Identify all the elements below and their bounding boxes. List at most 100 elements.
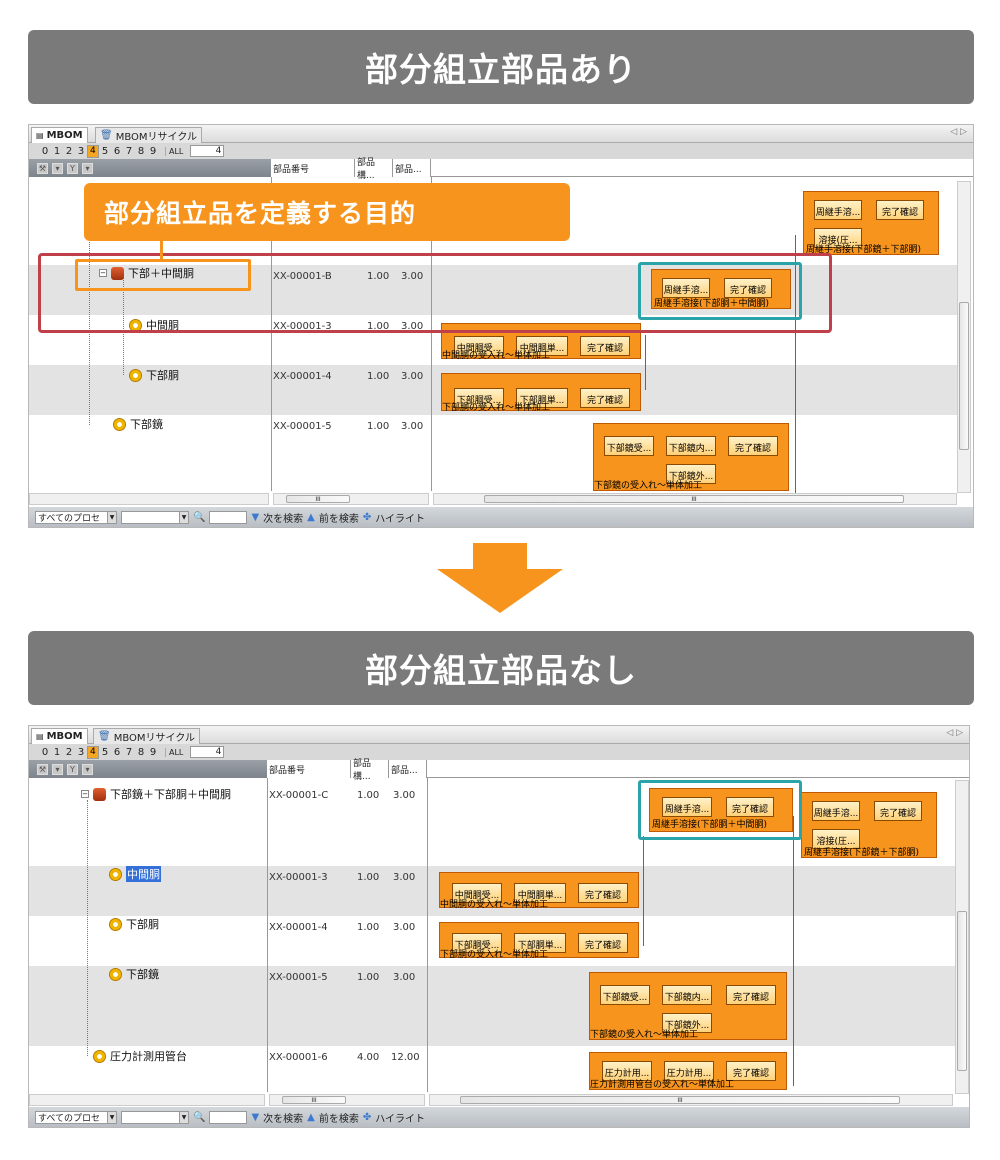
qty-cell[interactable]: 1.00 xyxy=(367,371,389,382)
qty-cell[interactable]: 1.00 xyxy=(357,972,379,983)
filter-icon[interactable]: Y xyxy=(67,162,78,174)
scroll-thumb[interactable]: III xyxy=(286,495,350,503)
find-next-button[interactable]: 次を検索 xyxy=(263,1110,303,1125)
highlight-button[interactable]: ハイライト xyxy=(375,510,425,525)
level-6[interactable]: 6 xyxy=(111,146,123,157)
scroll-thumb[interactable]: III xyxy=(282,1096,346,1104)
col-part-qty[interactable]: 部品構... xyxy=(355,158,393,181)
horizontal-scrollbar[interactable]: III xyxy=(273,493,429,505)
qty-cell[interactable]: 1.00 xyxy=(357,790,379,801)
table-row[interactable] xyxy=(29,966,955,1046)
level-7[interactable]: 7 xyxy=(123,146,135,157)
tree-node[interactable]: 下部鏡 xyxy=(113,416,163,432)
tree-node[interactable]: 圧力計測用管台 xyxy=(93,1048,187,1064)
horizontal-scrollbar[interactable] xyxy=(29,493,269,505)
tab-scroll-arrows[interactable]: ◁ ▷ xyxy=(946,728,963,738)
cost-cell[interactable]: 3.00 xyxy=(393,922,415,933)
level-all-button[interactable]: ALL xyxy=(165,146,186,156)
cost-cell[interactable]: 3.00 xyxy=(401,371,423,382)
level-1[interactable]: 1 xyxy=(51,146,63,157)
col-part-number[interactable]: 部品番号 xyxy=(271,159,355,177)
process-step[interactable]: 完了確認 xyxy=(580,336,630,356)
level-2[interactable]: 2 xyxy=(63,747,75,758)
part-number-cell[interactable]: XX-00001-5 xyxy=(273,421,332,432)
wrench-icon[interactable]: ⚒ xyxy=(37,162,48,174)
process-step[interactable]: 完了確認 xyxy=(876,200,924,220)
process-step[interactable]: 周継手溶... xyxy=(812,801,860,821)
dropdown-icon[interactable]: ▾ xyxy=(52,763,63,775)
process-step[interactable]: 下部鏡内... xyxy=(662,985,712,1005)
find-next-button[interactable]: 次を検索 xyxy=(263,510,303,525)
level-7[interactable]: 7 xyxy=(123,747,135,758)
find-prev-button[interactable]: 前を検索 xyxy=(319,510,359,525)
level-4[interactable]: 4 xyxy=(87,745,99,759)
qty-cell[interactable]: 1.00 xyxy=(357,872,379,883)
search-dropdown[interactable]: ▼ xyxy=(121,510,189,524)
level-0[interactable]: 0 xyxy=(39,747,51,758)
process-step[interactable]: 完了確認 xyxy=(580,388,630,408)
process-step[interactable]: 完了確認 xyxy=(578,883,628,903)
col-part-cost[interactable]: 部品... xyxy=(389,760,427,778)
part-number-cell[interactable]: XX-00001-5 xyxy=(269,972,328,983)
find-prev-button[interactable]: 前を検索 xyxy=(319,1110,359,1125)
process-flow[interactable]: 周継手溶... 完了確認 溶接(圧... 周継手溶接(下部鏡＋下部胴) xyxy=(803,191,939,255)
tree-node[interactable]: − 下部鏡＋下部胴＋中間胴 xyxy=(81,786,231,802)
level-all-button[interactable]: ALL xyxy=(165,747,186,757)
cost-cell[interactable]: 12.00 xyxy=(391,1052,420,1063)
qty-cell[interactable]: 4.00 xyxy=(357,1052,379,1063)
col-part-number[interactable]: 部品番号 xyxy=(267,760,351,778)
process-flow[interactable]: 下部胴受... 下部胴単... 完了確認 下部胴の受入れ～単体加工 xyxy=(441,373,641,413)
process-step[interactable]: 完了確認 xyxy=(726,985,776,1005)
tab-mbom[interactable]: ▤ MBOM xyxy=(31,127,88,143)
col-part-cost[interactable]: 部品... xyxy=(393,159,431,177)
part-number-cell[interactable]: XX-00001-3 xyxy=(269,872,328,883)
tab-scroll-arrows[interactable]: ◁ ▷ xyxy=(950,127,967,137)
level-3[interactable]: 3 xyxy=(75,146,87,157)
level-0[interactable]: 0 xyxy=(39,146,51,157)
search-input[interactable] xyxy=(209,510,248,524)
search-icon[interactable]: 🔍 xyxy=(193,1112,205,1123)
tab-mbom[interactable]: ▤ MBOM xyxy=(31,728,88,744)
filter-icon[interactable]: Y xyxy=(67,763,78,775)
process-step[interactable]: 下部鏡受... xyxy=(600,985,650,1005)
tree-node[interactable]: 下部鏡 xyxy=(109,966,159,982)
vertical-scrollbar[interactable] xyxy=(955,780,969,1094)
part-number-cell[interactable]: XX-00001-C xyxy=(269,790,328,801)
col-part-qty[interactable]: 部品構... xyxy=(351,759,389,782)
wrench-icon[interactable]: ⚒ xyxy=(37,763,48,775)
tree-node[interactable]: 中間胴 xyxy=(109,866,161,882)
process-flow[interactable]: 圧力計用... 圧力計用... 完了確認 圧力計測用管台の受入れ～単体加工 xyxy=(589,1052,787,1090)
tree-node[interactable]: 下部胴 xyxy=(109,916,159,932)
tab-mbom-recycle[interactable]: 🗑 MBOMリサイクル xyxy=(93,728,201,744)
scroll-thumb[interactable]: III xyxy=(460,1096,900,1104)
level-2[interactable]: 2 xyxy=(63,146,75,157)
horizontal-scrollbar[interactable]: III xyxy=(269,1094,425,1106)
level-6[interactable]: 6 xyxy=(111,747,123,758)
level-8[interactable]: 8 xyxy=(135,747,147,758)
process-step[interactable]: 完了確認 xyxy=(874,801,922,821)
dropdown-icon[interactable]: ▾ xyxy=(52,162,63,174)
part-number-cell[interactable]: XX-00001-6 xyxy=(269,1052,328,1063)
level-9[interactable]: 9 xyxy=(147,146,159,157)
search-dropdown[interactable]: ▼ xyxy=(121,1110,189,1124)
part-number-cell[interactable]: XX-00001-4 xyxy=(273,371,332,382)
level-5[interactable]: 5 xyxy=(99,146,111,157)
process-flow[interactable]: 下部胴受... 下部胴単... 完了確認 下部胴の受入れ～単体加工 xyxy=(439,922,639,960)
qty-cell[interactable]: 1.00 xyxy=(367,421,389,432)
level-input[interactable]: 4 xyxy=(190,746,225,758)
process-select[interactable]: すべてのプロセ ▼ xyxy=(35,1110,117,1124)
level-9[interactable]: 9 xyxy=(147,747,159,758)
horizontal-scrollbar[interactable]: III xyxy=(433,493,957,505)
vertical-scrollbar[interactable] xyxy=(957,181,971,493)
tree-node[interactable]: 下部胴 xyxy=(129,367,179,383)
dropdown-icon[interactable]: ▾ xyxy=(82,162,93,174)
qty-cell[interactable]: 1.00 xyxy=(357,922,379,933)
process-select[interactable]: すべてのプロセ ▼ xyxy=(35,510,117,524)
level-input[interactable]: 4 xyxy=(190,145,225,157)
collapse-icon[interactable]: − xyxy=(81,790,89,798)
highlight-button[interactable]: ハイライト xyxy=(375,1110,425,1125)
process-step[interactable]: 周継手溶... xyxy=(814,200,862,220)
horizontal-scrollbar[interactable]: III xyxy=(429,1094,953,1106)
scroll-thumb[interactable] xyxy=(957,911,967,1071)
level-4[interactable]: 4 xyxy=(87,144,99,158)
